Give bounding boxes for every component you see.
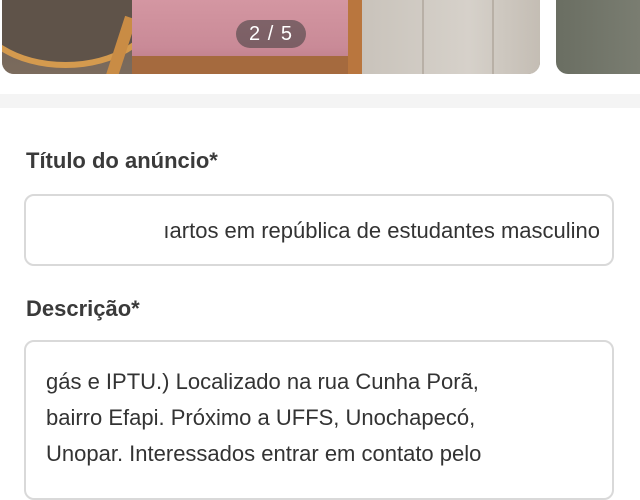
description-textarea[interactable]: gás e IPTU.) Localizado na rua Cunha Por…	[24, 340, 614, 500]
title-field-label: Título do anúncio*	[26, 148, 218, 173]
photo-bed-post	[348, 0, 362, 74]
photo-counter-badge: 2 / 5	[236, 20, 306, 48]
photo-gallery[interactable]: 2 / 5	[0, 0, 640, 80]
title-input[interactable]: ıartos em república de estudantes mascul…	[24, 194, 614, 266]
description-line: Unopar. Interessados entrar em contato p…	[46, 441, 482, 466]
description-line: bairro Efapi. Próximo a UFFS, Unochapecó…	[46, 405, 476, 430]
photo-floor-line	[422, 0, 424, 74]
photo-floor	[362, 0, 540, 74]
photo-floor-line	[492, 0, 494, 74]
description-line: gás e IPTU.) Localizado na rua Cunha Por…	[46, 369, 479, 394]
description-text: gás e IPTU.) Localizado na rua Cunha Por…	[46, 364, 606, 472]
listing-photo-next[interactable]	[556, 0, 640, 74]
title-input-value: ıartos em república de estudantes mascul…	[163, 218, 600, 243]
section-divider	[0, 94, 640, 108]
photo-bed-base	[132, 56, 362, 74]
description-field-label: Descrição*	[26, 296, 140, 321]
